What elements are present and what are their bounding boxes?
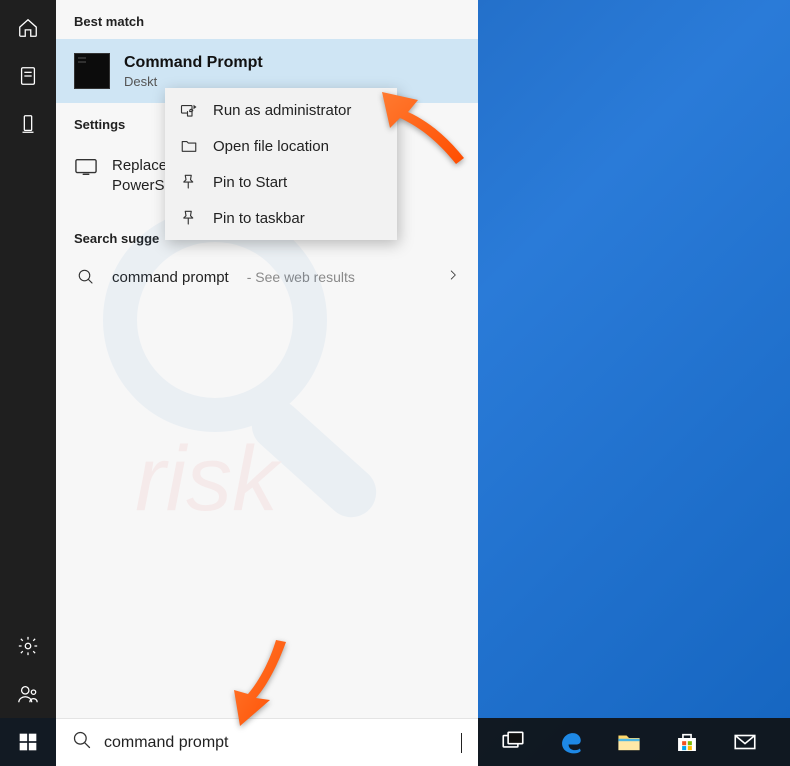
settings-gear-icon[interactable]: [0, 622, 56, 670]
ctx-pin-to-taskbar[interactable]: Pin to taskbar: [165, 200, 397, 236]
chevron-right-icon: [446, 268, 460, 287]
account-icon[interactable]: [0, 670, 56, 718]
task-view-button[interactable]: [486, 718, 540, 766]
ctx-pin-to-start[interactable]: Pin to Start: [165, 164, 397, 200]
pin-icon: [179, 209, 199, 227]
pin-icon: [179, 173, 199, 191]
home-icon[interactable]: [0, 4, 56, 52]
file-explorer-icon[interactable]: [602, 718, 656, 766]
admin-shield-icon: [179, 101, 199, 119]
mail-icon[interactable]: [718, 718, 772, 766]
search-box[interactable]: [56, 718, 478, 766]
start-button[interactable]: [0, 718, 56, 766]
suggestion-text: command prompt: [112, 269, 229, 286]
ctx-open-file-location[interactable]: Open file location: [165, 128, 397, 164]
edge-browser-icon[interactable]: [544, 718, 598, 766]
this-pc-icon[interactable]: [0, 100, 56, 148]
ctx-item-label: Run as administrator: [213, 102, 351, 119]
microsoft-store-icon[interactable]: [660, 718, 714, 766]
documents-icon[interactable]: [0, 52, 56, 100]
web-suggestion[interactable]: command prompt - See web results: [56, 256, 478, 299]
cortana-nav-rail: [0, 0, 56, 718]
best-match-label: Best match: [56, 0, 478, 39]
search-input[interactable]: [104, 734, 455, 752]
command-prompt-icon: [74, 53, 110, 89]
ctx-item-label: Pin to taskbar: [213, 210, 305, 227]
best-match-title: Command Prompt: [124, 54, 263, 72]
text-cursor: [461, 733, 462, 753]
suggestion-hint: - See web results: [247, 269, 355, 285]
taskbar-pins: [486, 718, 772, 766]
best-match-subtitle: Deskt: [124, 74, 263, 89]
search-icon: [72, 730, 92, 755]
ctx-run-as-administrator[interactable]: Run as administrator: [165, 92, 397, 128]
folder-open-icon: [179, 137, 199, 155]
tablet-icon: [74, 156, 98, 176]
search-icon: [74, 268, 98, 286]
ctx-item-label: Pin to Start: [213, 174, 287, 191]
ctx-item-label: Open file location: [213, 138, 329, 155]
context-menu: Run as administrator Open file location …: [165, 88, 397, 240]
